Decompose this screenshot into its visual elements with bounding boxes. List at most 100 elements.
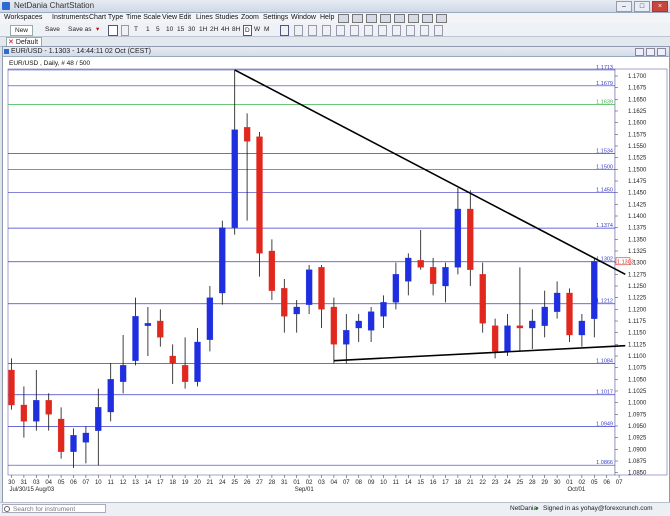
tray-icon[interactable] bbox=[366, 14, 377, 23]
menu-instruments[interactable]: Instruments bbox=[52, 14, 89, 21]
date-tick-label: 11 bbox=[108, 480, 115, 486]
chart-window: EUR/USD - 1.1303 - 14:44:11 02 Oct (CEST… bbox=[2, 46, 670, 503]
tray-icon[interactable] bbox=[422, 14, 433, 23]
month-label: Sep/01 bbox=[295, 487, 315, 493]
horizontal-line-icon[interactable] bbox=[364, 25, 373, 36]
tool-monthly[interactable]: M bbox=[264, 25, 269, 34]
line-tool-icon[interactable] bbox=[350, 25, 359, 36]
date-tick-label: 11 bbox=[393, 480, 400, 486]
tool-2h[interactable]: 2H bbox=[210, 25, 218, 34]
candle-body-up bbox=[293, 306, 300, 315]
date-tick-label: 23 bbox=[492, 480, 499, 486]
price-tick-label: 1.0900 bbox=[628, 447, 647, 453]
tool-15min[interactable]: 15 bbox=[177, 25, 184, 34]
fibonacci-icon[interactable] bbox=[406, 25, 415, 36]
candle-body-up bbox=[219, 227, 226, 294]
tool-daily[interactable]: D bbox=[243, 25, 252, 36]
tray-icon[interactable] bbox=[380, 14, 391, 23]
menu-help[interactable]: Help bbox=[320, 14, 334, 21]
grid-icon[interactable] bbox=[294, 25, 303, 36]
tool-30min[interactable]: 30 bbox=[188, 25, 195, 34]
vertical-line-icon[interactable] bbox=[378, 25, 387, 36]
channel-icon[interactable] bbox=[392, 25, 401, 36]
zoom-out-icon[interactable] bbox=[336, 25, 345, 36]
menu-window[interactable]: Window bbox=[291, 14, 316, 21]
text-tool-icon[interactable] bbox=[420, 25, 429, 36]
candle-body-down bbox=[243, 127, 251, 142]
date-tick-label: 02 bbox=[306, 480, 313, 486]
candle-body-up bbox=[392, 274, 400, 303]
month-label: Jul/30/15 Aug/03 bbox=[10, 487, 55, 493]
crosshair-icon[interactable] bbox=[280, 25, 289, 36]
minimize-icon[interactable]: – bbox=[616, 1, 632, 12]
candle-body-up bbox=[144, 323, 152, 326]
candle-body-up bbox=[194, 341, 201, 382]
date-tick-label: 03 bbox=[318, 480, 325, 486]
pointer-icon[interactable] bbox=[308, 25, 317, 36]
provider-label: NetDania bbox=[510, 505, 538, 512]
new-button[interactable]: New bbox=[10, 25, 34, 36]
price-tick-label: 1.1000 bbox=[628, 401, 647, 407]
menu-lines[interactable]: Lines bbox=[196, 14, 213, 21]
tool-tick[interactable]: T bbox=[134, 25, 138, 34]
candle-body-down bbox=[169, 355, 176, 364]
price-tick-label: 1.1050 bbox=[628, 377, 647, 383]
tray-icon[interactable] bbox=[436, 14, 447, 23]
tool-4h[interactable]: 4H bbox=[221, 25, 229, 34]
candle-chart-icon[interactable] bbox=[121, 25, 129, 36]
tray-icon[interactable] bbox=[394, 14, 405, 23]
save-as-icon[interactable]: ▾ bbox=[96, 25, 99, 34]
date-tick-label: 21 bbox=[467, 480, 474, 486]
menu-view[interactable]: View bbox=[162, 14, 177, 21]
tool-1h[interactable]: 1H bbox=[199, 25, 207, 34]
month-label: Oct/01 bbox=[568, 487, 586, 493]
delete-drawings-icon[interactable] bbox=[434, 25, 443, 36]
search-input[interactable]: Search for instrument bbox=[2, 504, 106, 513]
price-tick-label: 1.1500 bbox=[628, 167, 647, 173]
date-tick-label: 04 bbox=[331, 480, 338, 486]
zoom-in-icon[interactable] bbox=[322, 25, 331, 36]
candle-body-up bbox=[454, 208, 462, 268]
save-as-button[interactable]: Save as bbox=[68, 25, 92, 34]
tray-icon[interactable] bbox=[338, 14, 349, 23]
tray-icon[interactable] bbox=[408, 14, 419, 23]
bar-chart-icon[interactable] bbox=[108, 25, 118, 36]
candle-body-down bbox=[20, 404, 28, 422]
candle-body-down bbox=[417, 260, 424, 268]
menu-settings[interactable]: Settings bbox=[263, 14, 288, 21]
date-tick-label: 21 bbox=[207, 480, 214, 486]
price-tick-label: 1.1025 bbox=[628, 389, 647, 395]
horizontal-level-label: 1.0949 bbox=[596, 421, 613, 427]
price-tick-label: 1.1475 bbox=[628, 179, 647, 185]
maximize-icon[interactable]: □ bbox=[634, 1, 650, 12]
date-tick-label: 18 bbox=[169, 480, 176, 486]
tool-8h[interactable]: 8H bbox=[232, 25, 240, 34]
menu-edit[interactable]: Edit bbox=[179, 14, 191, 21]
candle-body-up bbox=[33, 400, 40, 422]
menu-time-scale[interactable]: Time Scale bbox=[126, 14, 161, 21]
date-tick-label: 29 bbox=[541, 480, 548, 486]
tool-5min[interactable]: 5 bbox=[156, 25, 160, 34]
save-button[interactable]: Save bbox=[45, 25, 60, 34]
app-icon bbox=[2, 2, 10, 10]
menu-studies[interactable]: Studies bbox=[215, 14, 238, 21]
price-tick-label: 1.1350 bbox=[628, 237, 647, 243]
menu-zoom[interactable]: Zoom bbox=[241, 14, 259, 21]
horizontal-level-label: 1.1084 bbox=[596, 358, 613, 364]
tool-weekly[interactable]: W bbox=[254, 25, 260, 34]
tray-icon[interactable] bbox=[352, 14, 363, 23]
candle-body-up bbox=[442, 267, 449, 287]
date-tick-label: 25 bbox=[517, 480, 524, 486]
close-icon[interactable]: ✕ bbox=[8, 39, 14, 46]
price-tick-label: 1.1125 bbox=[628, 342, 647, 348]
close-icon[interactable]: × bbox=[652, 1, 668, 12]
menu-workspaces[interactable]: Workspaces bbox=[4, 14, 42, 21]
tool-10min[interactable]: 10 bbox=[166, 25, 173, 34]
candle-body-up bbox=[231, 129, 238, 228]
candle-body-up bbox=[529, 320, 536, 329]
candle-body-up bbox=[343, 330, 350, 345]
price-chart[interactable]: 1.1700 1.1675 1.1650 1.1625 1.1600 1.1575 1.15… bbox=[3, 47, 669, 502]
window-controls: – □ × bbox=[616, 1, 668, 12]
tool-1min[interactable]: 1 bbox=[146, 25, 150, 34]
menu-chart-type[interactable]: Chart Type bbox=[89, 14, 123, 21]
